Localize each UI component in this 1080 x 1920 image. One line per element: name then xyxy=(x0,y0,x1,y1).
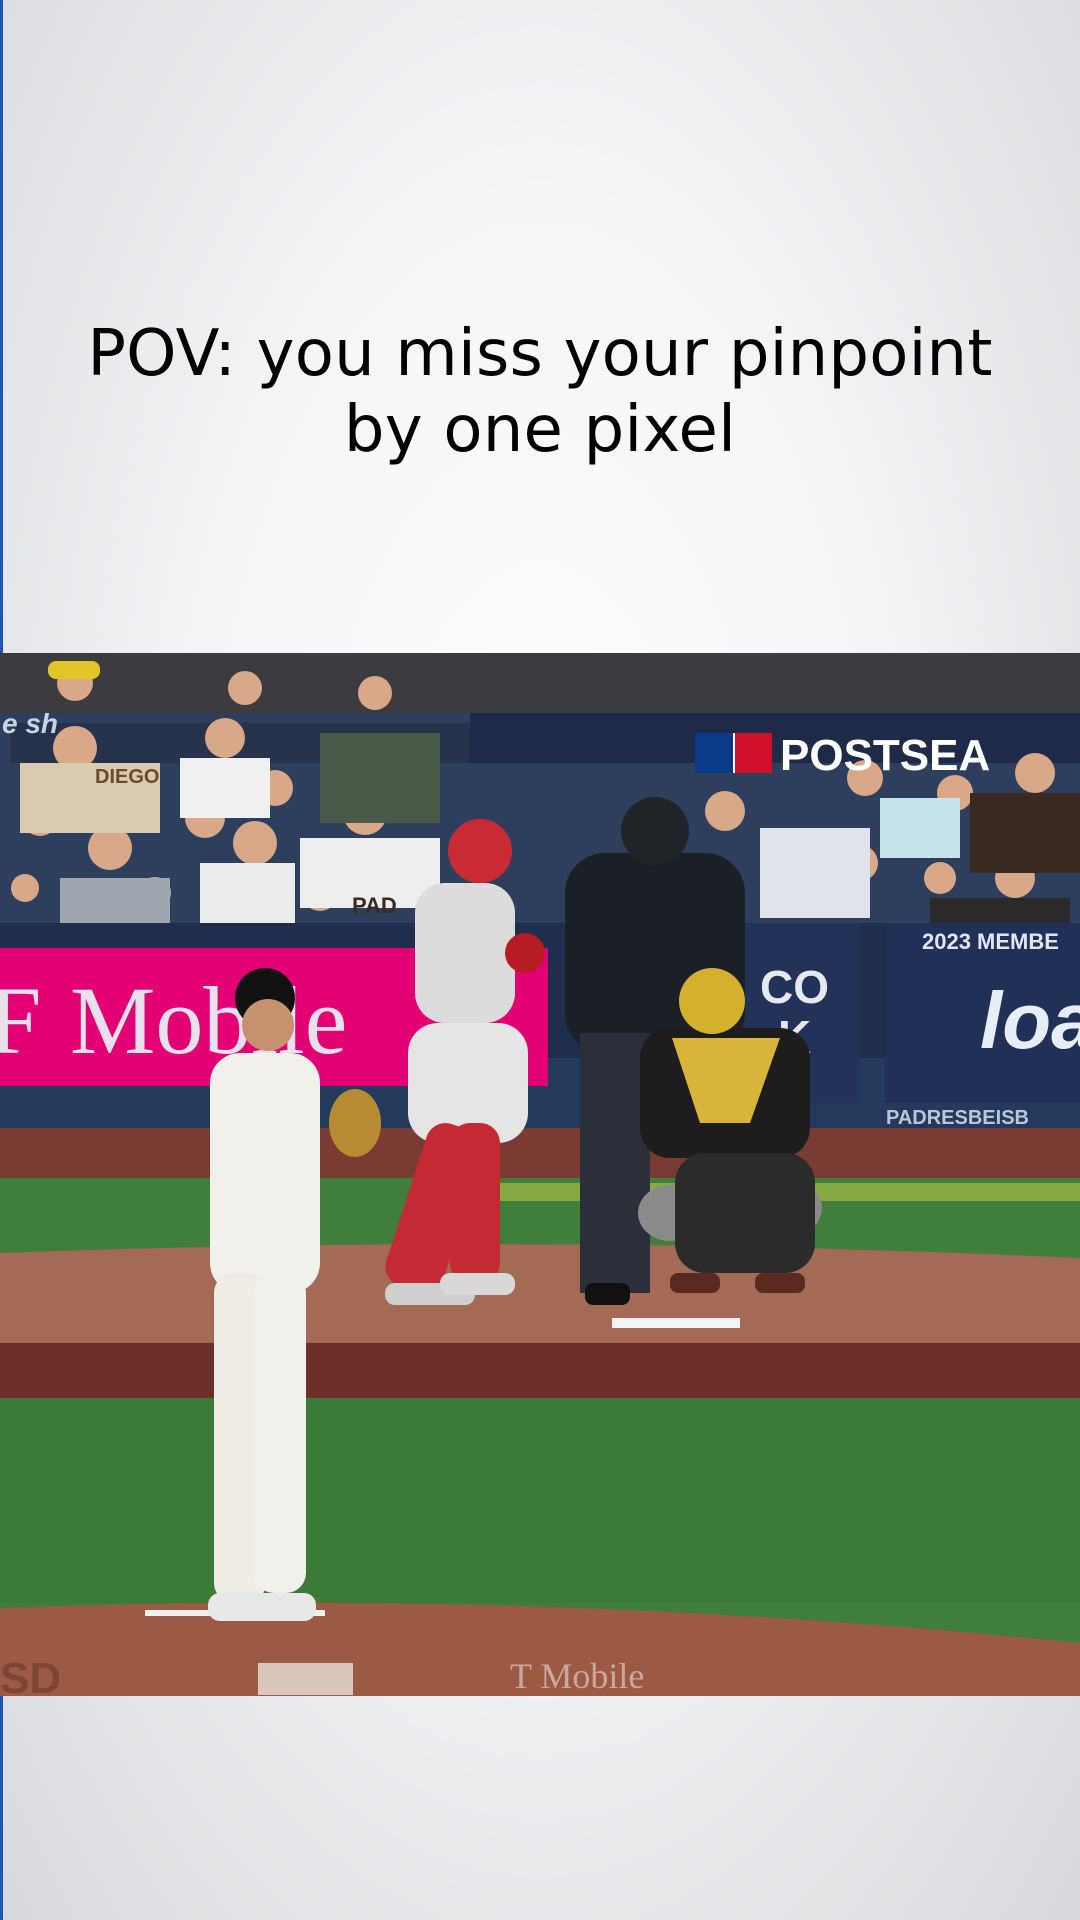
meme-caption: POV: you miss your pinpoint by one pixel xyxy=(87,317,993,467)
fan-jersey-text: PAD xyxy=(352,893,397,918)
baseball-photo: e sh DIEGO PAD POSTSEA F Mobile CO K 202… xyxy=(0,653,1080,1696)
tmobile-board-prefix: F xyxy=(0,967,41,1074)
fan-shirt-text: DIEGO xyxy=(95,766,159,788)
postseason-text: POSTSEA xyxy=(780,731,990,780)
home-plate xyxy=(612,1318,740,1328)
co-sign-text: CO xyxy=(760,961,829,1013)
crowd-sign-text: e sh xyxy=(2,708,58,739)
member-board-text: 2023 MEMBE xyxy=(922,929,1059,954)
padres-board-text: PADRESBEISB xyxy=(886,1107,1029,1129)
loa-board-text: loa xyxy=(980,976,1080,1065)
warning-track xyxy=(0,1128,1080,1183)
baseball-scene: e sh DIEGO PAD POSTSEA F Mobile CO K 202… xyxy=(0,653,1080,1696)
dirt-logo-text: SD xyxy=(0,1654,61,1696)
dirt-sponsor-text: T Mobile xyxy=(510,1656,644,1696)
